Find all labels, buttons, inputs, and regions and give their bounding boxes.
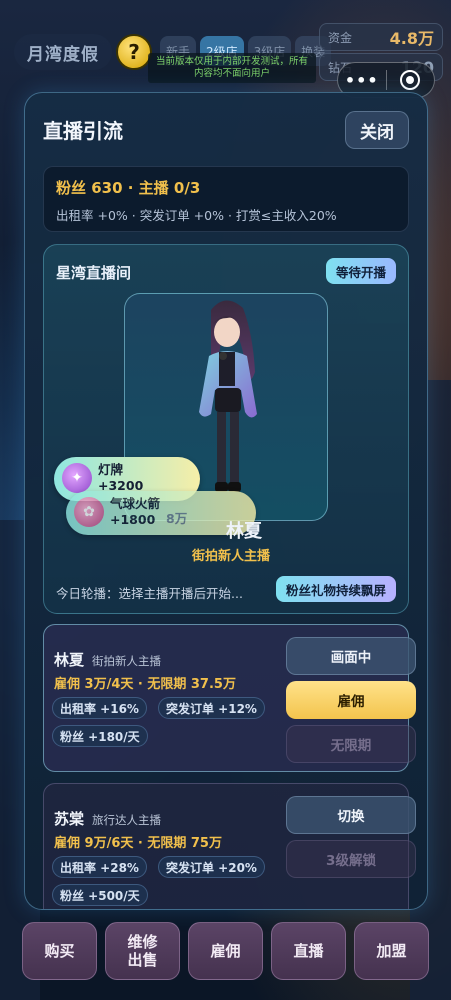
funds-display: 资金 4.8万 [319,23,443,51]
help-button[interactable]: ? [116,34,152,70]
host-name: 林夏 [54,651,85,669]
studio-status-badge: 等待开播 [325,258,396,284]
gift-rocket-icon: ✿ [74,497,104,527]
funds-value: 4.8万 [389,29,434,48]
chip-sudden-orders: 突发订单 +12% [158,697,265,719]
host-name: 苏棠 [54,810,85,828]
gift-lightstick-icon: ✦ [62,463,92,493]
live-host-title: 街拍新人主播 [191,549,270,564]
on-screen-button[interactable]: 画面中 [286,637,416,675]
live-host-name: 林夏 [226,521,262,542]
close-button[interactable]: 关闭 [345,111,409,149]
host-title: 旅行达人主播 [92,813,161,827]
chip-sudden-orders: 突发订单 +20% [158,856,265,878]
chip-occupancy: 出租率 +16% [52,697,147,719]
host-title: 街拍新人主播 [92,654,161,668]
chip-fans: 粉丝 +500/天 [52,884,148,906]
studio-card: 星湾直播间 等待开播 ✦ 灯牌 +3200 ✿ 气球火箭 +1800 8万 林夏… [43,244,409,614]
stats-summary: 粉丝 630 · 主播 0/3 出租率 +0% · 突发订单 +0% · 打赏≤… [43,166,409,232]
gift-2-extra: 8万 [166,511,188,526]
nav-live[interactable]: 直播 [271,922,346,980]
fans-gift-badge: 粉丝礼物持续飘屏 [275,576,396,602]
rotation-text: 今日轮播：选择主播开播后开始... [56,586,243,601]
nav-buy[interactable]: 购买 [22,922,97,980]
gift-1-name: 灯牌 [98,462,124,477]
chip-fans: 粉丝 +180/天 [52,725,148,747]
gift-2-name: 气球火箭 [110,496,161,511]
modal-title: 直播引流 [43,119,123,143]
dev-notice: 当前版本仅用于内部开发测试，所有内容均不面向用户 [148,53,316,83]
funds-label: 资金 [328,30,353,45]
nav-franchise[interactable]: 加盟 [354,922,429,980]
hire-button[interactable]: 雇佣 [286,681,416,719]
nav-hire[interactable]: 雇佣 [188,922,263,980]
nav-repair-sell[interactable]: 维修 出售 [105,922,180,980]
stats-fans-hosts: 粉丝 630 · 主播 0/3 [56,179,201,197]
host-price: 雇佣 9万/6天 · 无限期 75万 [54,836,222,851]
bottom-nav: 购买 维修 出售 雇佣 直播 加盟 [22,922,429,980]
permanent-button: 无限期 [286,725,416,763]
unlock-level-3-button: 3级解锁 [286,840,416,878]
switch-button[interactable]: 切换 [286,796,416,834]
host-price: 雇佣 3万/4天 · 无限期 37.5万 [54,677,236,692]
host-card-sutang[interactable]: 苏棠 旅行达人主播 雇佣 9万/6天 · 无限期 75万 出租率 +28% 突发… [43,783,416,909]
studio-name: 星湾直播间 [56,264,132,282]
host-card-linxia[interactable]: 林夏 街拍新人主播 雇佣 3万/4天 · 无限期 37.5万 出租率 +16% … [43,624,416,772]
live-stream-modal: 直播引流 关闭 粉丝 630 · 主播 0/3 出租率 +0% · 突发订单 +… [24,92,428,910]
chip-occupancy: 出租率 +28% [52,856,147,878]
game-title: 月湾度假 [14,34,112,70]
stats-bonuses: 出租率 +0% · 突发订单 +0% · 打赏≤主收入20% [56,208,337,223]
target-ring-icon [400,70,421,90]
more-dots-icon: ••• [344,70,379,90]
